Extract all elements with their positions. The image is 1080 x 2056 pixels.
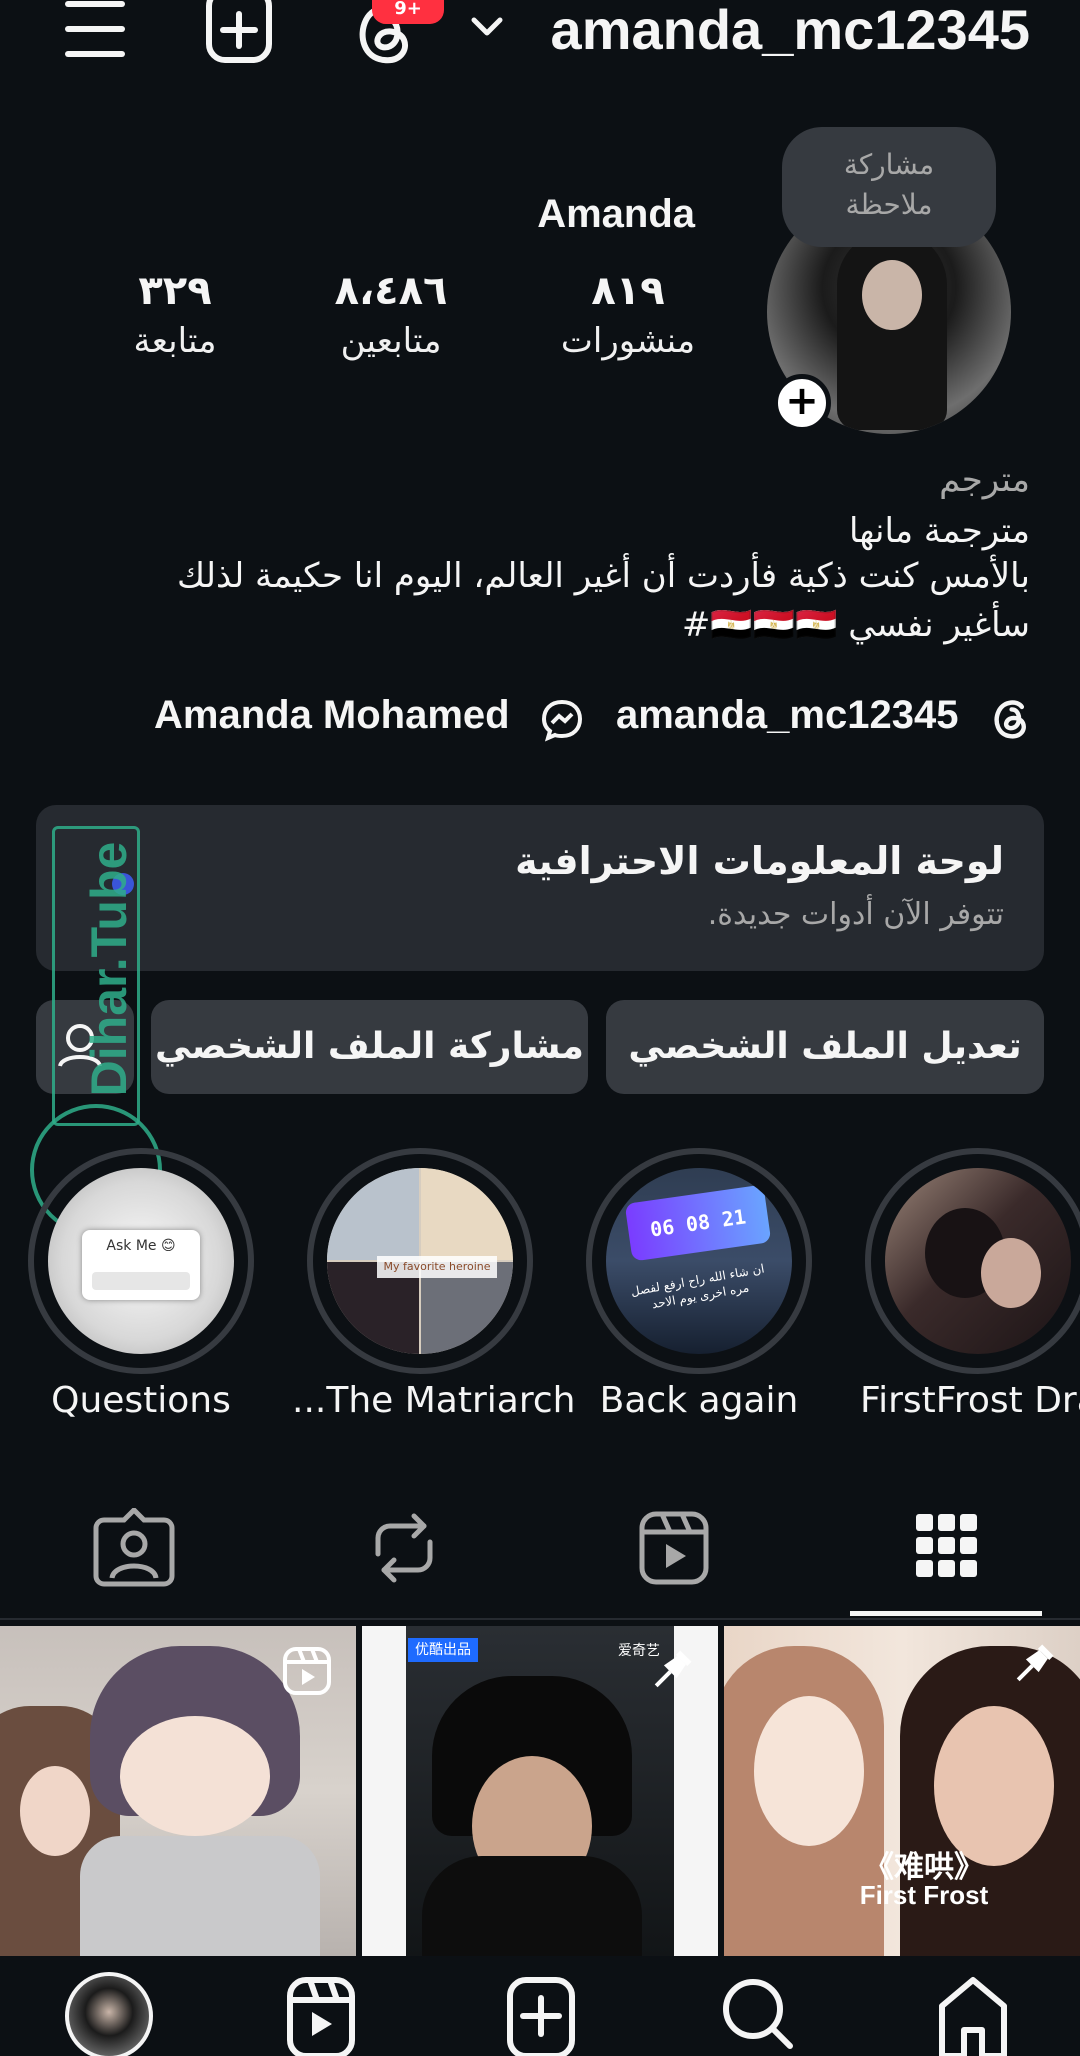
highlight-label-the-matriarch: ...The Matriarch bbox=[292, 1380, 576, 1421]
posts-label: منشورات bbox=[560, 321, 696, 361]
post-thumbnail-1[interactable] bbox=[0, 1626, 356, 1956]
edit-profile-button[interactable]: تعديل الملف الشخصي bbox=[606, 1000, 1044, 1094]
following-count: ٣٢٩ bbox=[138, 268, 212, 314]
tagged-icon bbox=[93, 1508, 175, 1587]
highlight-the-matriarch[interactable]: My favorite heroine bbox=[307, 1148, 533, 1374]
dashboard-subtitle: تتوفر الآن أدوات جديدة. bbox=[707, 897, 1004, 932]
pin-icon bbox=[646, 1646, 696, 1696]
post-tag: 优酷出品 bbox=[408, 1638, 478, 1662]
nav-profile-avatar[interactable] bbox=[65, 1972, 153, 2056]
ask-me-text: Ask Me 😊 bbox=[106, 1238, 176, 1254]
nav-create-icon[interactable] bbox=[506, 1976, 576, 2056]
pin-icon-2 bbox=[1008, 1640, 1058, 1690]
threads-handle-link[interactable]: amanda_mc12345 bbox=[616, 693, 958, 738]
watermark-logo: Dihar.Tube bbox=[52, 826, 140, 1126]
heroine-caption: My favorite heroine bbox=[377, 1256, 497, 1278]
followers-count: ٨،٤٨٦ bbox=[334, 268, 448, 314]
share-profile-button[interactable]: مشاركة الملف الشخصي bbox=[151, 1000, 588, 1094]
profile-category: مترجم bbox=[939, 460, 1030, 500]
menu-icon[interactable] bbox=[64, 0, 126, 60]
highlight-firstfrost[interactable] bbox=[865, 1148, 1080, 1374]
share-note-bubble[interactable]: مشاركة ملاحظة bbox=[782, 127, 996, 247]
chevron-down-icon[interactable] bbox=[470, 16, 504, 38]
create-post-icon[interactable] bbox=[205, 0, 273, 64]
highlight-label-questions: Questions bbox=[51, 1380, 231, 1421]
professional-dashboard-card[interactable]: لوحة المعلومات الاحترافية تتوفر الآن أدو… bbox=[36, 805, 1044, 971]
drama-couple-icon bbox=[885, 1168, 1071, 1354]
bio-line-2: بالأمس كنت ذكية فأردت أن أغير العالم، ال… bbox=[177, 556, 1030, 596]
followers-stat[interactable]: ٨،٤٨٦ متابعين bbox=[318, 266, 464, 366]
post-caption-en: First Frost bbox=[859, 1880, 989, 1910]
following-label: متابعة bbox=[133, 321, 217, 361]
posts-stat[interactable]: ٨١٩ منشورات bbox=[548, 266, 708, 366]
reel-icon bbox=[282, 1646, 332, 1696]
active-tab-indicator bbox=[850, 1611, 1042, 1616]
post-thumbnail-3[interactable]: 《难哄》 First Frost bbox=[724, 1626, 1080, 1956]
bio-line-1: مترجمة مانها bbox=[848, 511, 1030, 551]
add-story-plus-icon[interactable]: + bbox=[773, 374, 831, 432]
highlight-back-again[interactable]: 06 08 21 ان شاء الله راح ارفع لفصل مره ا… bbox=[586, 1148, 812, 1374]
post-thumbnail-2[interactable]: 优酷出品 爱奇艺 bbox=[362, 1626, 718, 1956]
bottom-navigation bbox=[0, 1958, 1080, 2056]
nav-home-icon[interactable] bbox=[936, 1974, 1010, 2056]
tab-reels[interactable] bbox=[626, 1508, 722, 1588]
account-switcher-username[interactable]: amanda_mc12345 bbox=[551, 0, 1030, 60]
messenger-icon[interactable] bbox=[540, 698, 586, 742]
tab-grid[interactable] bbox=[898, 1508, 994, 1588]
tabs-divider bbox=[0, 1618, 1080, 1620]
countdown-sticker-icon: 06 08 21 ان شاء الله راح ارفع لفصل مره ا… bbox=[606, 1168, 792, 1354]
following-stat[interactable]: ٣٢٩ متابعة bbox=[112, 266, 238, 366]
arabic-caption: ان شاء الله راح ارفع لفصل مره اخرى يوم ا… bbox=[629, 1261, 766, 1312]
dashboard-title: لوحة المعلومات الاحترافية bbox=[515, 839, 1004, 883]
profile-display-name: Amanda bbox=[537, 192, 695, 236]
highlight-questions[interactable]: Ask Me 😊 bbox=[28, 1148, 254, 1374]
ask-me-sticker-icon: Ask Me 😊 bbox=[48, 1168, 234, 1354]
highlight-label-back-again: Back again bbox=[599, 1380, 799, 1421]
grid-icon bbox=[916, 1514, 977, 1577]
threads-link-icon[interactable] bbox=[990, 697, 1032, 741]
reels-icon bbox=[639, 1511, 709, 1585]
bio-line-3: سأغير نفسي 🇪🇬🇪🇬🇪🇬# bbox=[681, 605, 1030, 645]
nav-search-icon[interactable] bbox=[720, 1976, 794, 2056]
countdown-text: 06 08 21 bbox=[624, 1184, 772, 1262]
manga-collage-icon: My favorite heroine bbox=[327, 1168, 513, 1354]
tab-tagged[interactable] bbox=[86, 1508, 182, 1588]
followers-label: متابعين bbox=[340, 321, 442, 361]
share-note-label: مشاركة ملاحظة bbox=[843, 148, 935, 221]
tab-reposts[interactable] bbox=[356, 1508, 452, 1588]
messenger-name-link[interactable]: Amanda Mohamed bbox=[154, 693, 510, 738]
posts-count: ٨١٩ bbox=[591, 268, 665, 314]
notification-badge: 9+ bbox=[372, 0, 444, 24]
nav-reels-icon[interactable] bbox=[286, 1976, 356, 2056]
watermark-text: Dihar.Tube bbox=[81, 841, 137, 1097]
reposts-icon bbox=[375, 1513, 433, 1583]
highlight-label-firstfrost: FirstFrost Dra bbox=[860, 1380, 1080, 1421]
